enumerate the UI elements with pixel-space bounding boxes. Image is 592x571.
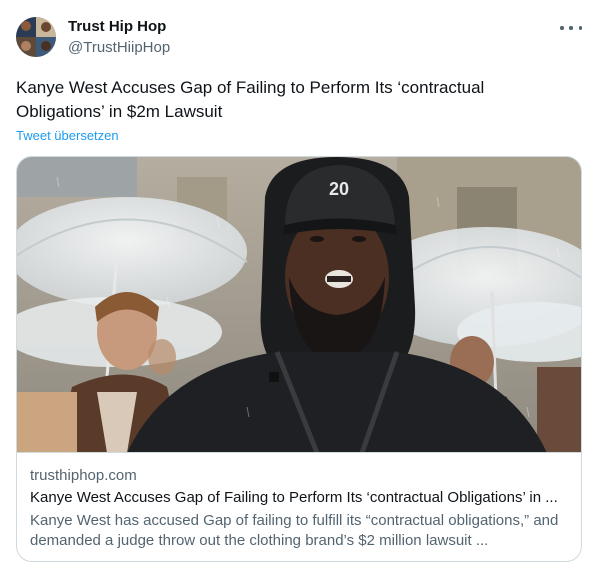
cap-logo-text: 20 — [329, 179, 349, 199]
more-options-icon[interactable] — [560, 22, 582, 34]
translate-link[interactable]: Tweet übersetzen — [16, 128, 119, 143]
link-card[interactable]: 20 trusthiphop.com Kanye West Accuses Ga… — [16, 156, 582, 562]
link-card-description: Kanye West has accused Gap of failing to… — [30, 512, 559, 549]
link-card-image[interactable]: 20 — [17, 157, 581, 453]
link-card-title[interactable]: Kanye West Accuses Gap of Failing to Per… — [30, 489, 575, 506]
tweet: Trust Hip Hop @TrustHiipHop Kanye West A… — [0, 0, 592, 571]
author-avatar[interactable] — [16, 17, 56, 57]
author-display-name[interactable]: Trust Hip Hop — [68, 18, 166, 35]
author-handle[interactable]: @TrustHiipHop — [68, 39, 170, 56]
link-card-domain: trusthiphop.com — [30, 467, 137, 484]
tweet-text: Kanye West Accuses Gap of Failing to Per… — [16, 78, 485, 121]
